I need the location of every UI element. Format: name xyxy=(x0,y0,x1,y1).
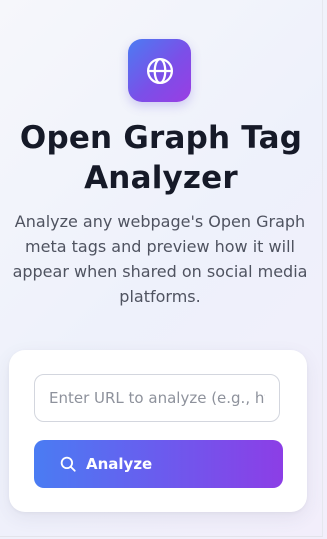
page-title: Open Graph Tag Analyzer xyxy=(0,118,322,198)
title-line-1: Open Graph Tag xyxy=(19,120,303,156)
analyze-button[interactable]: Analyze xyxy=(34,440,283,488)
title-line-2: Analyzer xyxy=(84,160,238,196)
analyze-form-card: Analyze xyxy=(9,350,307,512)
analyze-button-label: Analyze xyxy=(86,455,153,473)
search-icon xyxy=(60,456,76,472)
page: Open Graph Tag Analyzer Analyze any webp… xyxy=(0,0,323,537)
page-description: Analyze any webpage's Open Graph meta ta… xyxy=(12,212,308,306)
app-logo xyxy=(128,39,191,102)
globe-icon xyxy=(146,57,173,84)
url-input[interactable] xyxy=(34,374,280,422)
